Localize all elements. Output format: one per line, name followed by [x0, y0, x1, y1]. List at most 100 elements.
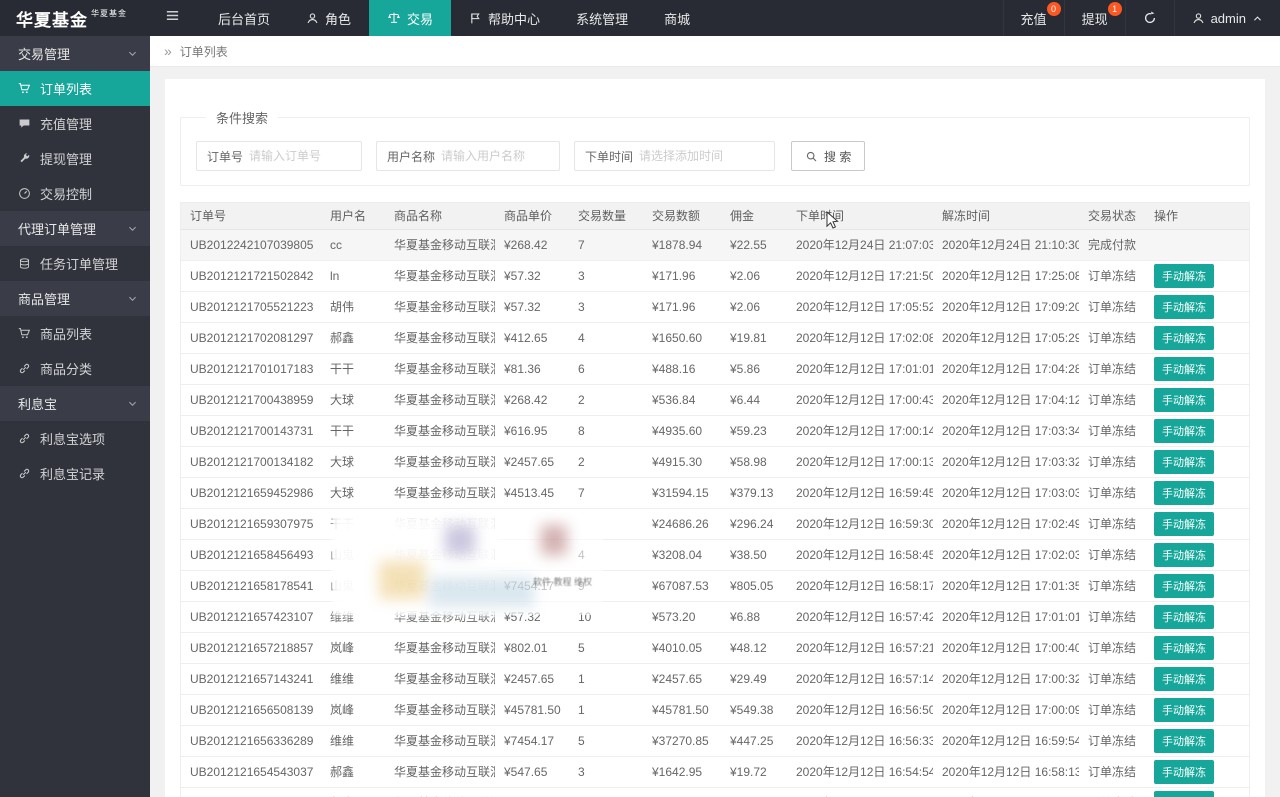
menu-toggle[interactable]: [150, 0, 194, 36]
top-nav-mall[interactable]: 商城: [646, 0, 708, 36]
cell-product: 华夏基金移动互联混合: [385, 322, 495, 354]
sidebar-item-order-list[interactable]: 订单列表: [0, 71, 150, 106]
unfreeze-button[interactable]: 手动解冻: [1154, 790, 1214, 797]
unfreeze-button[interactable]: 手动解冻: [1154, 263, 1214, 288]
sidebar-item-interest-group[interactable]: 利息宝: [0, 386, 150, 421]
sidebar-item-interest-records[interactable]: 利息宝记录: [0, 456, 150, 491]
cell-status: 订单冻结: [1079, 570, 1145, 602]
sidebar-item-trade-mgmt-group[interactable]: 交易管理: [0, 36, 150, 71]
col-header-status: 交易状态: [1079, 203, 1145, 230]
table-row: UB2012121700143731干干华夏基金移动互联混合¥616.958¥4…: [181, 415, 1249, 447]
hamburger-icon: [165, 8, 180, 28]
cell-user: 郝鑫: [321, 787, 385, 797]
top-nav-system-mgmt[interactable]: 系统管理: [558, 0, 646, 36]
cell-qty: 10: [569, 601, 643, 633]
unfreeze-button[interactable]: 手动解冻: [1154, 759, 1214, 784]
user-name-input[interactable]: [441, 143, 560, 169]
sidebar-item-goods-mgmt-group[interactable]: 商品管理: [0, 281, 150, 316]
cell-user: 维维: [321, 725, 385, 757]
table-row: UB2012121721502842ln华夏基金移动互联混合¥57.323¥17…: [181, 260, 1249, 292]
sidebar-item-recharge-mgmt[interactable]: 充值管理: [0, 106, 150, 141]
cell-price: ¥268.42: [495, 384, 569, 416]
cell-unfreeze_time: 2020年12月12日 17:25:08: [933, 260, 1079, 292]
cell-unfreeze_time: 2020年12月12日 17:01:01: [933, 601, 1079, 633]
cell-order: UB2012121700438959: [181, 384, 321, 416]
coins-icon: [18, 257, 32, 270]
cell-amount: ¥171.96: [643, 291, 721, 323]
sidebar-item-interest-options[interactable]: 利息宝选项: [0, 421, 150, 456]
cell-commission: ¥4.95: [721, 787, 787, 797]
sidebar-item-withdraw-mgmt[interactable]: 提现管理: [0, 141, 150, 176]
cell-unfreeze_time: 2020年12月12日 16:58:11: [933, 787, 1079, 797]
unfreeze-button[interactable]: 手动解冻: [1154, 604, 1214, 629]
order-table: 订单号 用户名 商品名称 商品单价 交易数量 交易数额 佣金 下单时间 解冻时间 交易状态 操作 UB…: [181, 203, 1249, 797]
top-nav-admin[interactable]: admin: [1173, 0, 1280, 36]
order-time-filter: 下单时间: [574, 141, 776, 171]
cell-amount: ¥412.65: [643, 787, 721, 797]
unfreeze-button[interactable]: 手动解冻: [1154, 480, 1214, 505]
cell-commission: ¥19.81: [721, 322, 787, 354]
cell-order_time: 2020年12月12日 17:05:52: [787, 291, 933, 323]
sidebar-item-goods-category[interactable]: 商品分类: [0, 351, 150, 386]
unfreeze-button[interactable]: 手动解冻: [1154, 387, 1214, 412]
cell-status: 订单冻结: [1079, 756, 1145, 788]
cell-product: 华夏基金移动互联混合: [385, 415, 495, 447]
cell-order_time: 2020年12月12日 17:02:08: [787, 322, 933, 354]
order-no-input[interactable]: [249, 143, 362, 169]
col-header-order_time: 下单时间: [787, 203, 933, 230]
table-row: UB2012121654413035郝鑫华夏基金移动互联混合¥412.651¥4…: [181, 787, 1249, 797]
cell-product: 华夏基金移动互联混合: [385, 570, 495, 602]
cell-qty: 6: [569, 353, 643, 385]
cell-user: 干干: [321, 353, 385, 385]
cell-amount: ¥1642.95: [643, 756, 721, 788]
unfreeze-button[interactable]: 手动解冻: [1154, 418, 1214, 443]
cell-action: 手动解冻: [1145, 508, 1249, 540]
top-nav-trade[interactable]: 交易: [369, 0, 452, 36]
cell-qty: 4: [569, 539, 643, 571]
cell-user: 大球: [321, 384, 385, 416]
top-nav-refresh[interactable]: [1124, 0, 1174, 36]
sidebar-item-trade-control[interactable]: 交易控制: [0, 176, 150, 211]
top-nav-help-center[interactable]: 帮助中心: [451, 0, 558, 36]
top-nav-roles[interactable]: 角色: [288, 0, 369, 36]
chevron-down-icon: [127, 398, 138, 409]
unfreeze-button[interactable]: 手动解冻: [1154, 728, 1214, 753]
col-header-action: 操作: [1145, 203, 1249, 230]
unfreeze-button[interactable]: 手动解冻: [1154, 697, 1214, 722]
table-row: UB2012121656336289维维华夏基金移动互联混合¥7454.175¥…: [181, 725, 1249, 757]
cell-status: 订单冻结: [1079, 663, 1145, 695]
cell-action: 手动解冻: [1145, 756, 1249, 788]
cell-status: 订单冻结: [1079, 353, 1145, 385]
unfreeze-button[interactable]: 手动解冻: [1154, 542, 1214, 567]
sidebar-item-task-order-mgmt[interactable]: 任务订单管理: [0, 246, 150, 281]
cell-status: 完成付款: [1079, 229, 1145, 261]
cell-product: 华夏基金移动互联混合: [385, 291, 495, 323]
unfreeze-button[interactable]: 手动解冻: [1154, 573, 1214, 598]
order-time-input[interactable]: [639, 143, 775, 169]
unfreeze-button[interactable]: 手动解冻: [1154, 294, 1214, 319]
top-nav-home[interactable]: 后台首页: [200, 0, 288, 36]
cell-price: ¥57.32: [495, 260, 569, 292]
cell-action: 手动解冻: [1145, 260, 1249, 292]
cell-status: 订单冻结: [1079, 787, 1145, 797]
cell-amount: ¥536.84: [643, 384, 721, 416]
sidebar-item-agent-order-group[interactable]: 代理订单管理: [0, 211, 150, 246]
sidebar-item-goods-list[interactable]: 商品列表: [0, 316, 150, 351]
unfreeze-button[interactable]: 手动解冻: [1154, 635, 1214, 660]
unfreeze-button[interactable]: 手动解冻: [1154, 325, 1214, 350]
cell-status: 订单冻结: [1079, 415, 1145, 447]
cell-amount: ¥24686.26: [643, 508, 721, 540]
col-header-price: 商品单价: [495, 203, 569, 230]
cell-unfreeze_time: 2020年12月12日 17:04:12: [933, 384, 1079, 416]
unfreeze-button[interactable]: 手动解冻: [1154, 356, 1214, 381]
search-button[interactable]: 搜 索: [791, 141, 866, 171]
top-nav-recharge[interactable]: 充值 0: [1002, 0, 1064, 36]
unfreeze-button[interactable]: 手动解冻: [1154, 511, 1214, 536]
top-nav-withdraw[interactable]: 提现 1: [1063, 0, 1125, 36]
table-row: UB2012121654543037郝鑫华夏基金移动互联混合¥547.653¥1…: [181, 756, 1249, 788]
unfreeze-button[interactable]: 手动解冻: [1154, 449, 1214, 474]
chevron-up-icon: [1252, 13, 1263, 24]
unfreeze-button[interactable]: 手动解冻: [1154, 666, 1214, 691]
person-icon: [1192, 12, 1205, 25]
cell-amount: ¥2457.65: [643, 663, 721, 695]
